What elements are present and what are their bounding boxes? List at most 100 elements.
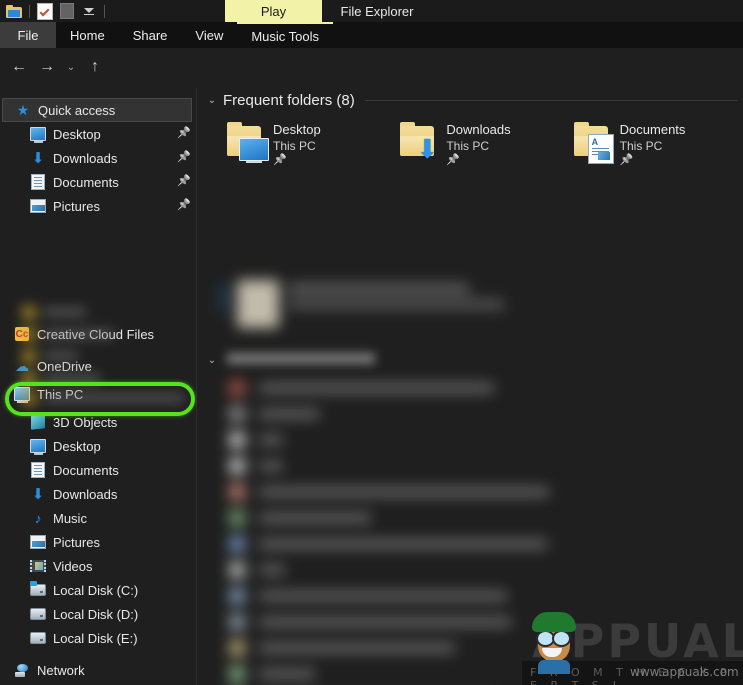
sidebar-item-local-disk-c[interactable]: Local Disk (C:): [0, 578, 196, 602]
tile-meta: Desktop This PC 📌: [273, 118, 321, 167]
frequent-folders-title: Frequent folders (8): [223, 91, 355, 109]
sidebar-item-music[interactable]: ♪ Music: [0, 506, 196, 530]
download-arrow-icon: ⬇: [31, 485, 45, 503]
sidebar-item-downloads[interactable]: ⬇ Downloads 📌: [0, 146, 196, 170]
sidebar-item-desktop[interactable]: Desktop: [0, 434, 196, 458]
blurred-recent-files-header: [205, 350, 395, 368]
sidebar-item-label: Desktop: [53, 438, 101, 454]
pin-icon[interactable]: 📌: [273, 154, 321, 167]
folder-icon[interactable]: [4, 1, 24, 21]
document-icon: [30, 462, 46, 478]
network-icon: [14, 662, 30, 678]
monitor-icon: [30, 126, 46, 143]
pin-icon[interactable]: 📌: [177, 152, 191, 163]
back-button[interactable]: ←: [6, 54, 32, 80]
sidebar-item-label: Videos: [53, 558, 93, 574]
ribbon-tab-file[interactable]: File: [0, 22, 56, 48]
quick-access-toolbar: [0, 0, 108, 22]
desktop-folder-icon: [225, 118, 273, 166]
mascot-icon: [528, 612, 584, 674]
sidebar-item-label: Downloads: [53, 150, 118, 166]
ribbon-tab-share[interactable]: Share: [119, 22, 182, 48]
ribbon-tabs: File Home Share View Music Tools: [0, 22, 743, 48]
sidebar-item-desktop[interactable]: Desktop 📌: [0, 122, 196, 146]
sidebar-item-downloads[interactable]: ⬇ Downloads: [0, 482, 196, 506]
system-drive-icon: [30, 581, 46, 598]
toolbar-divider-2: [104, 4, 105, 18]
ribbon-tab-home[interactable]: Home: [56, 22, 119, 48]
sidebar-item-label: Quick access: [38, 102, 116, 118]
sidebar-item-label: Desktop: [53, 126, 101, 142]
tile-meta: Downloads This PC 📌: [446, 118, 510, 167]
monitor-icon: [30, 438, 46, 455]
blurred-folder-tile: [221, 276, 551, 336]
sidebar-item-documents[interactable]: Documents: [0, 458, 196, 482]
picture-icon: [30, 534, 46, 550]
music-note-icon: ♪: [34, 510, 42, 526]
navigation-pane[interactable]: ★ Quick access Desktop 📌 ⬇ Downloads 📌 Document…: [0, 88, 196, 685]
frequent-folders-tiles: Desktop This PC 📌 ⬇ Downloads This PC 📌 A Docume…: [225, 118, 743, 172]
sidebar-item-network[interactable]: Network: [0, 658, 196, 682]
pin-icon[interactable]: 📌: [620, 154, 686, 167]
pin-icon[interactable]: 📌: [446, 154, 510, 167]
new-folder-icon[interactable]: [57, 1, 77, 21]
forward-button[interactable]: →: [34, 54, 60, 80]
drive-icon: [30, 630, 46, 646]
blurred-sidebar-entries: [22, 306, 192, 406]
tile-meta: Documents This PC 📌: [620, 118, 686, 167]
tile-location: This PC: [273, 139, 316, 153]
navigation-bar: ← → ⌄ ↑ ★ › Quick access ›: [0, 48, 743, 127]
pin-icon[interactable]: 📌: [177, 176, 191, 187]
up-button[interactable]: ↑: [82, 54, 108, 80]
window-title: File Explorer: [322, 0, 432, 22]
sidebar-item-label: 3D Objects: [53, 414, 118, 430]
chevron-down-icon[interactable]: ⌄: [205, 93, 219, 107]
frequent-folder-tile[interactable]: A Documents This PC 📌: [572, 118, 743, 172]
content-pane: ⌄ Frequent folders (8) Desktop This PC 📌 ⬇ D…: [197, 88, 743, 685]
picture-icon: [30, 198, 46, 214]
properties-icon[interactable]: [35, 1, 55, 21]
frequent-folder-tile[interactable]: ⬇ Downloads This PC 📌: [398, 118, 571, 172]
sidebar-item-label: Music: [53, 510, 87, 526]
recent-locations-button[interactable]: ⌄: [62, 54, 80, 80]
file-explorer-window: Play File Explorer File Home Share View Musi…: [0, 0, 743, 685]
pin-icon[interactable]: 📌: [177, 200, 191, 211]
star-icon: ★: [16, 102, 30, 118]
contextual-tab-group-play[interactable]: Play: [225, 0, 322, 22]
ribbon-tab-music-tools[interactable]: Music Tools: [237, 22, 334, 48]
title-bar: Play File Explorer: [0, 0, 743, 22]
sidebar-item-label: Pictures: [53, 534, 100, 550]
download-arrow-icon: ⬇: [31, 149, 45, 167]
appuals-watermark: APPUALS F R O M T H E E X P E R T S ! ww…: [522, 604, 743, 685]
sidebar-item-pictures[interactable]: Pictures: [0, 530, 196, 554]
sidebar-item-videos[interactable]: Videos: [0, 554, 196, 578]
sidebar-item-local-disk-e[interactable]: Local Disk (E:): [0, 626, 196, 650]
sidebar-item-pictures[interactable]: Pictures 📌: [0, 194, 196, 218]
tile-location: This PC: [619, 139, 663, 153]
video-icon: [30, 558, 46, 574]
pin-icon[interactable]: 📌: [177, 128, 191, 139]
tile-name: Documents: [619, 122, 686, 137]
ribbon-tab-view[interactable]: View: [181, 22, 237, 48]
sidebar-item-documents[interactable]: Documents 📌: [0, 170, 196, 194]
sidebar-item-label: Local Disk (C:): [53, 582, 139, 598]
sidebar-item-label: Pictures: [53, 198, 100, 214]
sidebar-item-label: Downloads: [53, 486, 118, 502]
header-rule: [364, 99, 737, 101]
frequent-folder-tile[interactable]: Desktop This PC 📌: [225, 118, 398, 172]
customize-caret-icon[interactable]: [79, 1, 99, 21]
drive-icon: [30, 606, 46, 622]
3d-objects-icon: [30, 414, 46, 430]
downloads-folder-icon: ⬇: [398, 118, 446, 166]
sidebar-item-quick-access[interactable]: ★ Quick access: [2, 98, 192, 122]
sidebar-item-3d-objects[interactable]: 3D Objects: [0, 410, 196, 434]
watermark-url: www.appuals.com: [630, 665, 739, 679]
tile-name: Downloads: [446, 122, 511, 137]
sidebar-item-local-disk-d[interactable]: Local Disk (D:): [0, 602, 196, 626]
sidebar-item-label: Documents: [53, 462, 119, 478]
sidebar-item-label: Network: [37, 662, 85, 678]
tile-location: This PC: [446, 139, 490, 153]
tile-name: Desktop: [273, 122, 321, 137]
frequent-folders-header[interactable]: ⌄ Frequent folders (8): [197, 88, 743, 112]
documents-folder-icon: A: [572, 118, 620, 166]
